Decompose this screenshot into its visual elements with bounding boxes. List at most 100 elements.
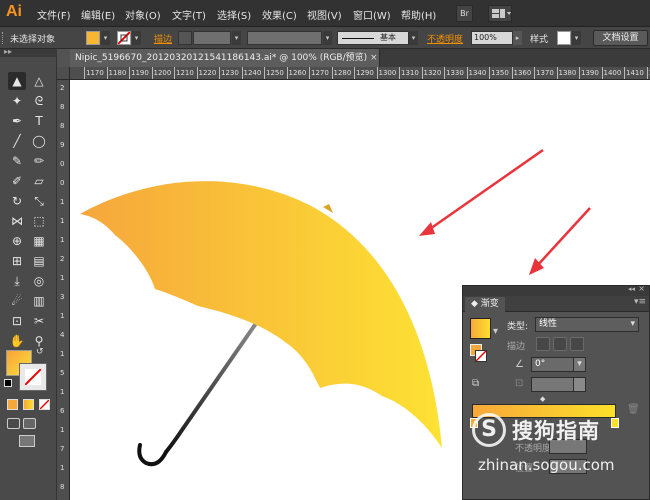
vruler-label: 1 — [60, 464, 65, 472]
midpoint-diamond-icon[interactable]: ◆ — [540, 395, 545, 403]
bridge-button[interactable]: Br — [456, 5, 473, 22]
selection-tool-icon[interactable]: ▲ — [8, 72, 26, 90]
zoom-tool-icon[interactable]: ⚲ — [30, 332, 48, 350]
gradient-tab[interactable]: ◆ 渐变 — [465, 297, 505, 312]
vertical-ruler[interactable]: 2 8 8 9 0 0 1 1 1 2 1 3 1 4 1 5 1 6 1 7 1 8 — [57, 80, 70, 500]
screen-mode-icon[interactable] — [19, 435, 35, 447]
slice-tool-icon[interactable]: ✂ — [30, 312, 48, 330]
gradient-stop-end[interactable] — [611, 418, 619, 428]
opacity-label[interactable]: 不透明度 — [427, 32, 463, 45]
gradient-mode-icon[interactable] — [23, 399, 34, 410]
gradient-tool-icon[interactable]: ▤ — [30, 252, 48, 270]
document-setup-button[interactable]: 文档设置 — [593, 30, 648, 46]
panel-menu-icon[interactable]: ▾≡ — [634, 297, 646, 307]
panel-titlebar[interactable]: ◂◂ × — [463, 284, 649, 296]
menu-effect[interactable]: 效果(C) — [262, 7, 297, 22]
menu-file[interactable]: 文件(F) — [37, 7, 71, 22]
arrange-documents-button[interactable] — [488, 5, 512, 22]
ruler-label: 1370 — [536, 69, 554, 77]
ruler-label: 1330 — [446, 69, 464, 77]
line-tool-icon[interactable]: ╱ — [8, 132, 26, 150]
perspective-grid-tool-icon[interactable]: ▦ — [30, 232, 48, 250]
variable-width-dropdown-icon[interactable]: ▾ — [323, 31, 332, 45]
stroke-along-button[interactable] — [553, 337, 567, 351]
rotate-tool-icon[interactable]: ↻ — [8, 192, 26, 210]
stroke-swatch[interactable] — [117, 31, 131, 45]
fill-stroke-stroke-icon[interactable] — [475, 350, 487, 362]
eraser-tool-icon[interactable]: ▱ — [30, 172, 48, 190]
default-colors-icon[interactable] — [4, 379, 12, 387]
ruler-label: 1180 — [108, 69, 127, 77]
angle-dropdown-icon[interactable]: ▾ — [573, 357, 586, 372]
ruler-label: 1200 — [153, 69, 172, 77]
paintbrush-tool-icon[interactable]: ✎ — [8, 152, 26, 170]
collapse-panel-icon[interactable]: ◂◂ — [628, 285, 635, 293]
menu-window[interactable]: 窗口(W) — [353, 7, 391, 22]
gradient-preview-dropdown-icon[interactable]: ▾ — [493, 326, 498, 337]
brush-definition-field[interactable]: 基本 — [337, 31, 409, 45]
ruler-label: 1380 — [558, 69, 577, 77]
direct-selection-tool-icon[interactable]: △ — [30, 72, 48, 90]
lasso-tool-icon[interactable]: ᘓ — [30, 92, 48, 110]
brush-definition-dropdown-icon[interactable]: ▾ — [409, 31, 418, 45]
pen-tool-icon[interactable]: ✒ — [8, 112, 26, 130]
ruler-tick — [466, 67, 468, 79]
pencil-tool-icon[interactable]: ✏ — [30, 152, 48, 170]
close-panel-icon[interactable]: × — [638, 284, 645, 293]
mesh-tool-icon[interactable]: ⊞ — [8, 252, 26, 270]
vruler-label: 2 — [60, 84, 65, 92]
color-mode-icon[interactable] — [7, 399, 18, 410]
fill-swatch[interactable] — [86, 31, 100, 45]
symbol-sprayer-tool-icon[interactable]: ☄ — [8, 292, 26, 310]
scale-tool-icon[interactable]: ⤡ — [30, 192, 48, 210]
stroke-within-button[interactable] — [536, 337, 550, 351]
horizontal-ruler[interactable]: 1170 1180 1190 1200 1210 1220 1230 1240 1250 1260… — [70, 67, 650, 80]
hand-tool-icon[interactable]: ✋ — [8, 332, 26, 350]
artboard-tool-icon[interactable]: ⊡ — [8, 312, 26, 330]
graphic-style-dropdown-icon[interactable]: ▾ — [572, 31, 581, 45]
width-tool-icon[interactable]: ⋈ — [8, 212, 26, 230]
gradient-preview-swatch[interactable] — [470, 318, 491, 339]
draw-behind-icon[interactable] — [23, 418, 36, 429]
stroke-color-swatch[interactable] — [19, 363, 47, 391]
free-transform-tool-icon[interactable]: ⬚ — [30, 212, 48, 230]
menu-object[interactable]: 对象(O) — [125, 7, 161, 22]
column-graph-tool-icon[interactable]: ▥ — [30, 292, 48, 310]
stroke-weight-stepper[interactable] — [178, 31, 192, 45]
opacity-dropdown-icon[interactable]: ▸ — [513, 31, 522, 45]
gradient-type-select[interactable]: 线性 ▾ — [535, 317, 639, 332]
menu-view[interactable]: 视图(V) — [307, 7, 342, 22]
ruler-origin[interactable] — [57, 67, 70, 80]
ruler-tick — [106, 67, 108, 79]
eyedropper-tool-icon[interactable]: ⤓ — [8, 272, 26, 290]
fill-dropdown-icon[interactable]: ▾ — [101, 31, 110, 45]
blend-tool-icon[interactable]: ◎ — [30, 272, 48, 290]
opacity-field[interactable]: 100% — [471, 31, 513, 45]
stroke-across-button[interactable] — [570, 337, 584, 351]
menu-edit[interactable]: 编辑(E) — [81, 7, 115, 22]
stroke-label[interactable]: 描边 — [154, 32, 172, 45]
stroke-weight-dropdown-icon[interactable]: ▾ — [232, 31, 241, 45]
shape-builder-tool-icon[interactable]: ⊕ — [8, 232, 26, 250]
draw-normal-icon[interactable] — [7, 418, 20, 429]
delete-stop-icon[interactable]: 🗑 — [627, 404, 640, 415]
magic-wand-tool-icon[interactable]: ✦ — [8, 92, 26, 110]
blob-brush-tool-icon[interactable]: ✐ — [8, 172, 26, 190]
stroke-dropdown-icon[interactable]: ▾ — [132, 31, 141, 45]
menu-select[interactable]: 选择(S) — [217, 7, 251, 22]
variable-width-field[interactable] — [247, 31, 322, 45]
vruler-label: 1 — [60, 312, 65, 320]
none-mode-icon[interactable] — [39, 399, 50, 410]
aspect-dropdown-icon[interactable] — [573, 377, 586, 392]
document-tab[interactable]: Nipic_5196670_20120320121541186143.ai* @… — [70, 49, 380, 67]
menu-help[interactable]: 帮助(H) — [401, 7, 436, 22]
stroke-weight-field[interactable] — [193, 31, 231, 45]
ruler-tick — [286, 67, 288, 79]
type-tool-icon[interactable]: T — [30, 112, 48, 130]
graphic-style-swatch[interactable] — [557, 31, 571, 45]
ellipse-tool-icon[interactable]: ◯ — [30, 132, 48, 150]
close-tab-icon[interactable]: × — [370, 49, 378, 67]
menu-type[interactable]: 文字(T) — [172, 7, 206, 22]
collapse-icon[interactable]: ▸▸ — [4, 47, 12, 56]
vruler-label: 4 — [60, 331, 65, 339]
